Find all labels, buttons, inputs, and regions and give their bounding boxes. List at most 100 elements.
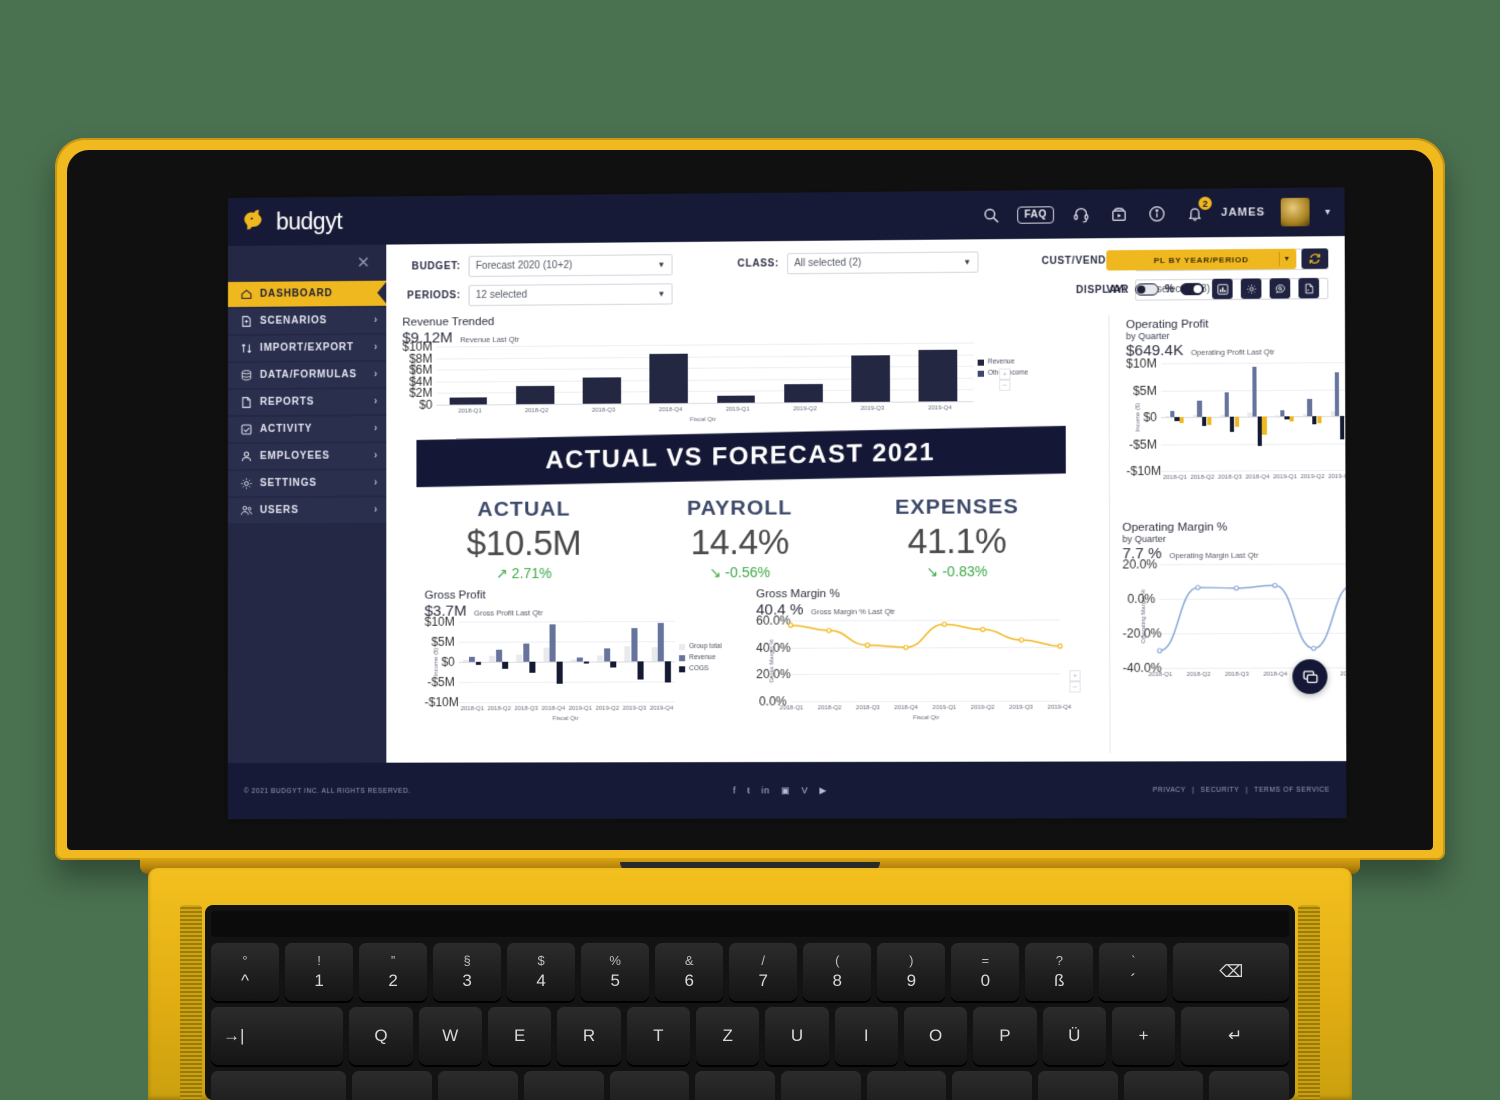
bar[interactable] bbox=[1334, 371, 1340, 417]
sidebar-item-data-formulas[interactable]: DATA/FORMULAS › bbox=[227, 361, 387, 389]
chart-zoom-controls[interactable]: + − bbox=[1069, 669, 1081, 693]
key-t[interactable]: T bbox=[626, 1007, 690, 1065]
sidebar-item-reports[interactable]: REPORTS › bbox=[227, 389, 387, 416]
bar[interactable] bbox=[1207, 416, 1212, 426]
youtube-icon[interactable]: ▶ bbox=[819, 785, 827, 796]
headset-icon[interactable] bbox=[1069, 203, 1092, 225]
bar[interactable] bbox=[516, 654, 523, 662]
bar[interactable] bbox=[1229, 416, 1235, 432]
key-ae[interactable] bbox=[1209, 1071, 1290, 1100]
periods-select[interactable]: 12 selected ▼ bbox=[468, 283, 673, 307]
footer-link-security[interactable]: SECURITY bbox=[1201, 786, 1240, 793]
key-⌫[interactable]: ⌫ bbox=[1173, 943, 1290, 1001]
key-[interactable]: + bbox=[1111, 1007, 1176, 1065]
key-0[interactable]: = 0 bbox=[951, 943, 1020, 1001]
key-h[interactable] bbox=[780, 1071, 861, 1100]
linkedin-icon[interactable]: in bbox=[762, 785, 770, 796]
key-capslock[interactable] bbox=[211, 1071, 347, 1100]
legend-item[interactable]: Revenue bbox=[977, 358, 1072, 366]
chart-zoom-controls[interactable]: + − bbox=[999, 368, 1011, 391]
key-[interactable]: ↵ bbox=[1181, 1007, 1289, 1065]
bar[interactable] bbox=[1330, 411, 1335, 417]
sidebar-item-activity[interactable]: ACTIVITY › bbox=[227, 416, 387, 443]
sidebar-item-users[interactable]: USERS › bbox=[227, 497, 387, 524]
sidebar-item-scenarios[interactable]: SCENARIOS › bbox=[227, 307, 387, 335]
key-^[interactable]: ° ^ bbox=[211, 943, 280, 1001]
bar[interactable] bbox=[1312, 416, 1317, 425]
bar[interactable] bbox=[515, 385, 555, 405]
key-e[interactable]: E bbox=[487, 1007, 552, 1065]
twitter-icon[interactable]: ŧ bbox=[747, 785, 750, 796]
bar[interactable] bbox=[1307, 398, 1312, 417]
gear-icon[interactable] bbox=[1241, 278, 1262, 299]
key-7[interactable]: /7 bbox=[729, 943, 798, 1001]
bar[interactable] bbox=[610, 661, 617, 668]
zoom-in-button[interactable]: + bbox=[1069, 669, 1081, 681]
vimeo-icon[interactable]: V bbox=[801, 785, 808, 796]
bar[interactable] bbox=[851, 354, 890, 402]
bar[interactable] bbox=[1165, 416, 1170, 418]
key-3[interactable]: § 3 bbox=[433, 943, 502, 1001]
key-f[interactable] bbox=[609, 1071, 690, 1100]
legend-item[interactable]: COGS bbox=[679, 665, 748, 673]
bar[interactable] bbox=[462, 659, 469, 662]
key-oe[interactable] bbox=[1123, 1071, 1204, 1100]
bar[interactable] bbox=[1262, 416, 1267, 435]
bar[interactable] bbox=[582, 377, 621, 404]
key-p[interactable]: P bbox=[973, 1007, 1037, 1065]
bar[interactable] bbox=[495, 649, 502, 662]
sidebar-item-settings[interactable]: SETTINGS › bbox=[227, 470, 387, 497]
budget-select[interactable]: Forecast 2020 (10+2) ▼ bbox=[468, 254, 673, 277]
class-select[interactable]: All selected (2) ▼ bbox=[787, 251, 979, 275]
zoom-out-button[interactable]: − bbox=[1069, 680, 1081, 693]
bar[interactable] bbox=[649, 353, 688, 404]
bar[interactable] bbox=[502, 661, 509, 669]
search-icon[interactable] bbox=[979, 204, 1002, 226]
facebook-icon[interactable]: f bbox=[733, 785, 736, 796]
key-r[interactable]: R bbox=[557, 1007, 621, 1065]
bar[interactable] bbox=[631, 628, 638, 662]
bar[interactable] bbox=[570, 659, 577, 662]
bar[interactable] bbox=[543, 647, 550, 662]
bar[interactable] bbox=[637, 661, 644, 680]
bar[interactable] bbox=[1289, 416, 1295, 422]
bar[interactable] bbox=[1247, 412, 1253, 417]
bar[interactable] bbox=[1234, 416, 1240, 427]
bar[interactable] bbox=[489, 655, 496, 662]
key-d[interactable] bbox=[523, 1071, 604, 1100]
bar-chart-icon[interactable] bbox=[1212, 278, 1233, 300]
key-1[interactable]: ! 1 bbox=[285, 943, 354, 1001]
key-z[interactable]: Z bbox=[695, 1007, 760, 1065]
legend-item[interactable]: Other Income bbox=[977, 369, 1072, 377]
bar[interactable] bbox=[576, 657, 583, 662]
bar[interactable] bbox=[658, 623, 665, 662]
footer-link-privacy[interactable]: PRIVACY bbox=[1153, 786, 1186, 793]
key-8[interactable]: (8 bbox=[803, 943, 872, 1001]
bar[interactable] bbox=[624, 646, 631, 662]
gross-profit-chart[interactable]: Income ($) -$10M -$5M $0 $5M $10M 2018-Q1 2018-… bbox=[425, 615, 749, 731]
key-u[interactable]: U bbox=[765, 1007, 829, 1065]
key-k[interactable] bbox=[952, 1071, 1032, 1100]
zoom-out-button[interactable]: − bbox=[999, 379, 1011, 391]
gross-margin-chart[interactable]: Gross Margin % 0.0% 20.0% 40.0% 60.0% 2018-Q1… bbox=[756, 613, 1083, 729]
key-g[interactable] bbox=[695, 1071, 775, 1100]
footer-link-terms-of-service[interactable]: TERMS OF SERVICE bbox=[1254, 786, 1330, 793]
bar[interactable] bbox=[1275, 415, 1280, 417]
var-toggle[interactable] bbox=[1134, 283, 1159, 296]
chat-bubble-icon[interactable] bbox=[1292, 659, 1328, 694]
bar[interactable] bbox=[597, 655, 604, 662]
bar[interactable] bbox=[664, 661, 671, 683]
revenue-trended-chart[interactable]: Income ($) $0 $2M $4M $6M $8M $10M 2018-Q1 2018-… bbox=[402, 336, 1072, 425]
key-6[interactable]: & 6 bbox=[655, 943, 724, 1001]
key-i[interactable]: I bbox=[834, 1007, 898, 1065]
info-icon[interactable] bbox=[1145, 202, 1168, 224]
key-a[interactable] bbox=[352, 1071, 433, 1100]
faq-button[interactable]: FAQ bbox=[1017, 205, 1055, 224]
bar[interactable] bbox=[1197, 400, 1202, 417]
bar[interactable] bbox=[529, 661, 536, 673]
bar[interactable] bbox=[1179, 416, 1184, 423]
key-o[interactable]: O bbox=[903, 1007, 968, 1065]
key-s[interactable] bbox=[438, 1071, 518, 1100]
close-icon[interactable]: ✕ bbox=[228, 245, 386, 282]
bar[interactable] bbox=[1279, 410, 1285, 417]
